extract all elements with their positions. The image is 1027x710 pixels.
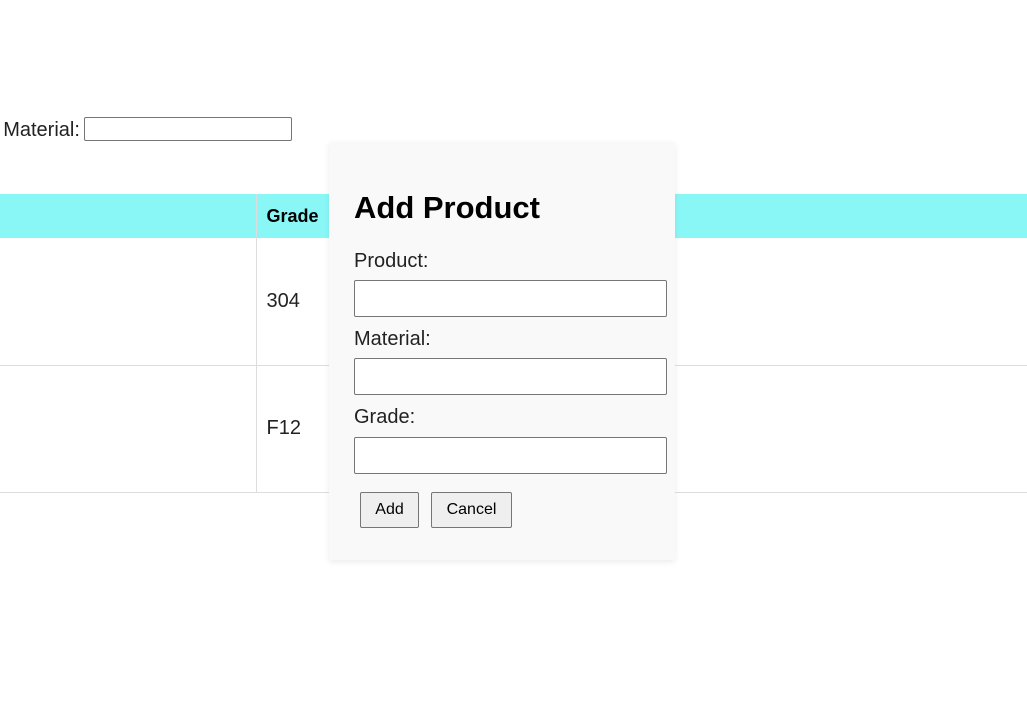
product-label: Product: <box>354 250 429 272</box>
modal-title: Add Product <box>354 190 540 225</box>
grade-input[interactable] <box>354 437 667 474</box>
material-input[interactable] <box>354 358 667 395</box>
product-input[interactable] <box>354 280 667 317</box>
table-cell <box>0 238 257 366</box>
material-filter-input[interactable] <box>84 117 292 141</box>
grade-label: Grade: <box>354 406 416 428</box>
add-button[interactable]: Add <box>360 492 419 528</box>
material-label: Material: <box>354 328 431 350</box>
column-header <box>0 194 257 238</box>
add-product-modal: Add Product Product: Material: Grade: Ad… <box>329 142 675 560</box>
cancel-button[interactable]: Cancel <box>431 492 512 528</box>
material-filter: r Material: <box>0 116 292 144</box>
table-cell <box>0 365 257 493</box>
material-filter-label: r Material: <box>0 118 80 141</box>
